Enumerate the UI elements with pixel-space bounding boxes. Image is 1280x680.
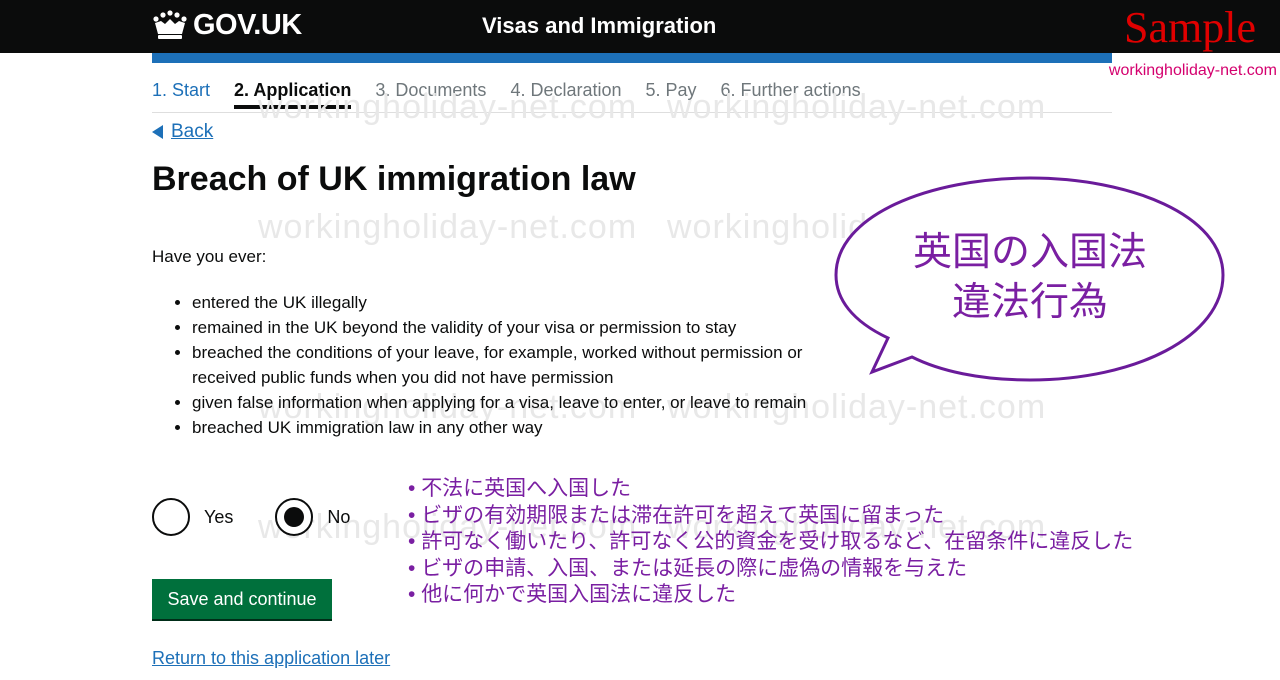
list-item: entered the UK illegally: [192, 290, 852, 315]
back-link-label: Back: [171, 121, 214, 142]
back-arrow-icon: [152, 125, 163, 139]
radio-yes[interactable]: Yes: [152, 498, 233, 536]
annotation-item: ビザの有効期限または滞在許可を超えて英国に留まった: [408, 503, 1133, 530]
watermark: workingholiday-net.com: [667, 88, 1047, 126]
list-item: given false information when applying fo…: [192, 390, 852, 415]
radio-no-circle[interactable]: [275, 498, 314, 536]
service-name[interactable]: Visas and Immigration: [482, 13, 716, 39]
watermark: workingholiday-net.com: [258, 208, 638, 246]
step-start[interactable]: 1. Start: [152, 80, 210, 109]
breach-list: entered the UK illegally remained in the…: [172, 290, 852, 440]
speech-bubble-text: 英国の入国法 違法行為: [840, 228, 1220, 328]
save-and-continue-button[interactable]: Save and continue: [152, 579, 332, 619]
sample-watermark-label: Sample: [1124, 3, 1256, 52]
annotation-item: ビザの申請、入国、または延長の際に虚偽の情報を与えた: [408, 556, 1133, 583]
annotation-item: 他に何かで英国入国法に違反した: [408, 582, 1133, 609]
speech-bubble-line: 英国の入国法: [912, 231, 1147, 274]
annotation-item: 不法に英国へ入国した: [408, 476, 1133, 503]
site-tag: workingholiday-net.com: [1108, 62, 1277, 79]
watermark: workingholiday-net.com: [258, 88, 638, 126]
list-item: remained in the UK beyond the validity o…: [192, 315, 852, 340]
page-title: Breach of UK immigration law: [152, 160, 636, 198]
annotation-item: 許可なく働いたり、許可なく公的資金を受け取るなど、在留条件に違反した: [408, 529, 1133, 556]
return-later-link[interactable]: Return to this application later: [152, 648, 390, 669]
list-item: breached UK immigration law in any other…: [192, 415, 852, 440]
govuk-header: GOV.UK Visas and Immigration Sample: [0, 0, 1280, 53]
radio-selected-dot: [284, 507, 305, 527]
radio-no[interactable]: No: [275, 498, 350, 536]
japanese-annotation-list: 不法に英国へ入国した ビザの有効期限または滞在許可を超えて英国に留まった 許可な…: [408, 476, 1133, 609]
question-intro: Have you ever:: [152, 247, 267, 266]
radio-yes-circle[interactable]: [152, 498, 190, 536]
list-item: breached the conditions of your leave, f…: [192, 340, 852, 390]
radio-no-label[interactable]: No: [327, 507, 350, 528]
header-blue-bar: [152, 53, 1112, 63]
govuk-logo-text[interactable]: GOV.UK: [193, 9, 302, 42]
crown-icon: [153, 10, 187, 39]
yes-no-radio-group: Yes No: [152, 498, 350, 536]
back-link[interactable]: Back: [152, 121, 213, 143]
radio-yes-label[interactable]: Yes: [204, 507, 233, 528]
speech-bubble-line: 違法行為: [951, 281, 1108, 324]
